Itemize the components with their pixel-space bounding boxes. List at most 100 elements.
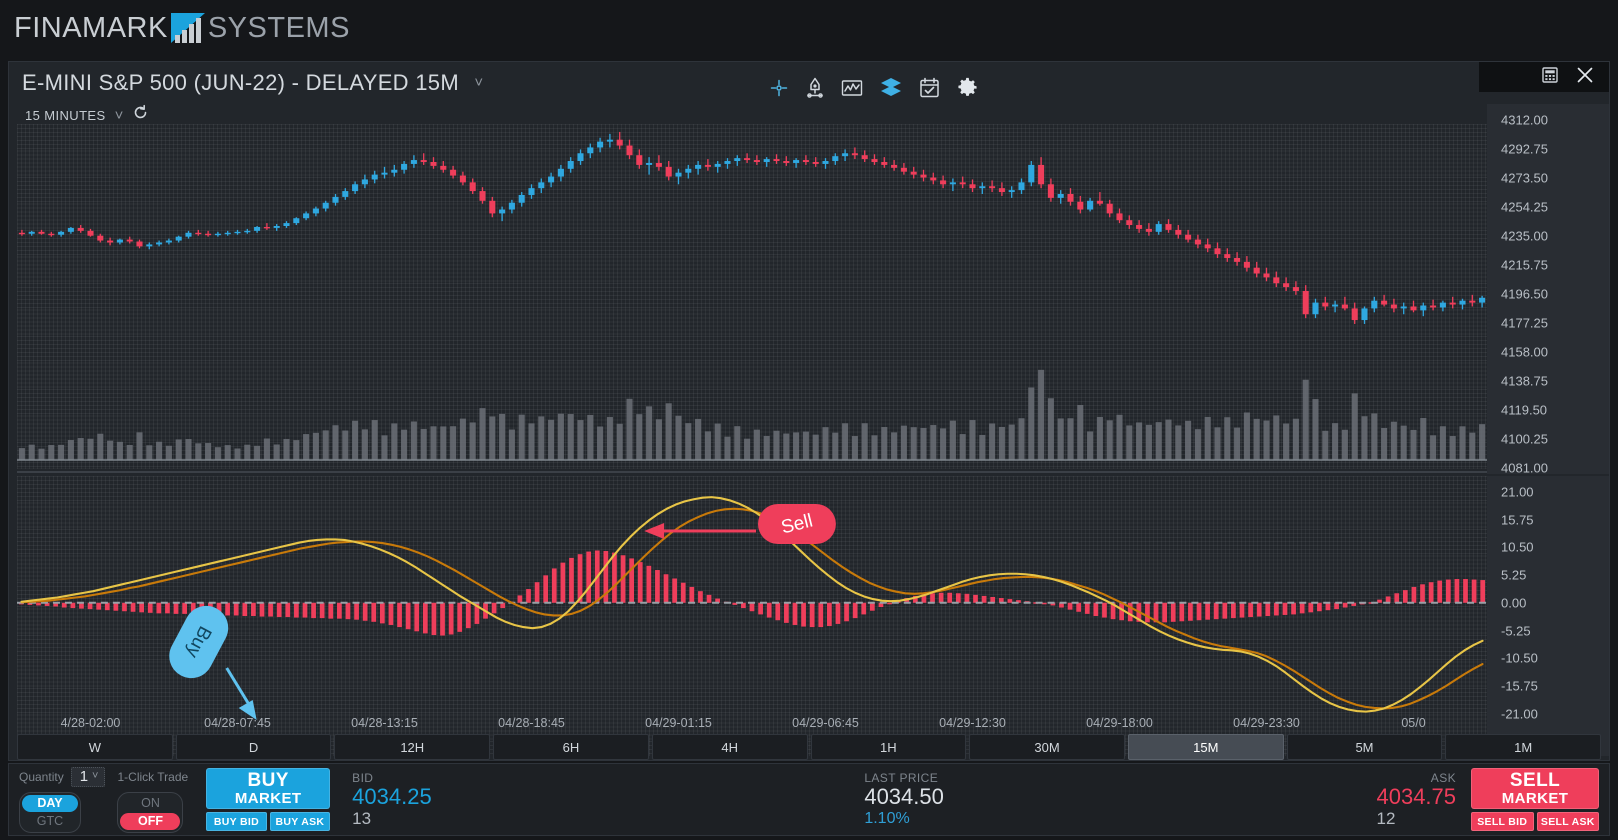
- macd-tick-label: 5.25: [1501, 568, 1526, 583]
- sell-annotation: Sell: [644, 504, 836, 544]
- chart-area: Sell Buy 4312.00 4292.75 4273.50 4254.25 4235…: [9, 104, 1609, 760]
- one-click-group: 1-Click Trade ON OFF: [117, 767, 188, 833]
- timeframe-button-30m[interactable]: 30M: [969, 734, 1125, 760]
- close-icon[interactable]: [1575, 65, 1595, 90]
- timeframe-button-1m[interactable]: 1M: [1445, 734, 1601, 760]
- indicator-line-icon[interactable]: [841, 78, 863, 98]
- trade-bar-spacer-left: [432, 764, 865, 835]
- price-tick-label: 4081.00: [1501, 461, 1548, 476]
- timeframe-bar: WD12H6H4H1H30M15M5M1M: [17, 734, 1601, 760]
- macd-tick-label: 10.50: [1501, 540, 1534, 555]
- price-chart-plot[interactable]: [17, 124, 1487, 469]
- buy-ask-button[interactable]: BUY ASK: [270, 812, 331, 831]
- timeframe-button-6h[interactable]: 6H: [493, 734, 649, 760]
- duration-gtc-option[interactable]: GTC: [22, 813, 78, 830]
- macd-tick-label: -15.75: [1501, 679, 1538, 694]
- time-tick-label: 04/29-18:00: [1086, 716, 1153, 730]
- time-tick-label: 04/28-18:45: [498, 716, 565, 730]
- buy-market-line2: MARKET: [235, 791, 302, 806]
- chevron-down-icon[interactable]: ˅: [474, 74, 483, 91]
- buy-market-line1: BUY: [248, 771, 289, 791]
- macd-tick-label: 0.00: [1501, 595, 1526, 610]
- calendar-check-icon[interactable]: [919, 77, 940, 98]
- sell-ask-button[interactable]: SELL ASK: [1537, 812, 1600, 831]
- sell-sub-buttons: SELL BID SELL ASK: [1471, 812, 1599, 831]
- order-controls: Quantity 1 ˅ DAY GTC 1-Click Trade ON OF…: [9, 764, 432, 835]
- price-tick-label: 4177.25: [1501, 316, 1548, 331]
- one-click-off-option[interactable]: OFF: [120, 813, 180, 830]
- timeframe-button-1h[interactable]: 1H: [811, 734, 967, 760]
- macd-tick-label: -5.25: [1501, 623, 1531, 638]
- timeframe-button-12h[interactable]: 12H: [334, 734, 490, 760]
- macd-tick-label: -10.50: [1501, 651, 1538, 666]
- bid-quote: BID 4034.25 13: [342, 771, 432, 829]
- quantity-label: Quantity: [19, 770, 64, 784]
- macd-tick-label: -21.00: [1501, 706, 1538, 721]
- time-tick-label: 05/0: [1401, 716, 1425, 730]
- time-tick-label: 04/29-06:45: [792, 716, 859, 730]
- price-axis[interactable]: 4312.004292.754273.504254.254235.004215.…: [1487, 104, 1609, 474]
- one-click-on-option[interactable]: ON: [120, 795, 180, 812]
- chart-panel: E-MINI S&P 500 (JUN-22) - DELAYED 15M ˅ …: [8, 61, 1610, 761]
- buy-bid-button[interactable]: BUY BID: [206, 812, 267, 831]
- quantity-row: Quantity 1 ˅: [19, 767, 105, 787]
- sell-controls: ASK 4034.75 12 SELL MARKET SELL BID SELL…: [1376, 764, 1609, 835]
- last-price-value: 4034.50: [864, 785, 944, 810]
- price-tick-label: 4138.75: [1501, 374, 1548, 389]
- time-tick-label: 04/28-07:45: [204, 716, 271, 730]
- trade-bar: Quantity 1 ˅ DAY GTC 1-Click Trade ON OF…: [8, 763, 1610, 836]
- trade-bar-spacer-right: [944, 764, 1377, 835]
- sell-bid-button[interactable]: SELL BID: [1471, 812, 1534, 831]
- ask-quote: ASK 4034.75 12: [1376, 771, 1456, 829]
- finamark-logo-icon: [169, 11, 207, 45]
- price-tick-label: 4235.00: [1501, 229, 1548, 244]
- last-price-quote: LAST PRICE 4034.50 1.10%: [864, 764, 944, 835]
- quantity-stepper[interactable]: 1 ˅: [71, 767, 106, 787]
- price-tick-label: 4254.25: [1501, 200, 1548, 215]
- buy-button-group: BUY MARKET BUY BID BUY ASK: [206, 768, 330, 831]
- price-tick-label: 4273.50: [1501, 171, 1548, 186]
- gear-icon[interactable]: [956, 76, 979, 99]
- brand-name-primary: FINAMARK: [14, 12, 168, 45]
- last-price-label: LAST PRICE: [864, 771, 944, 785]
- price-tick-label: 4196.50: [1501, 287, 1548, 302]
- time-tick-label: 04/29-01:15: [645, 716, 712, 730]
- timeframe-button-w[interactable]: W: [17, 734, 173, 760]
- duration-day-option[interactable]: DAY: [22, 795, 78, 812]
- quantity-value: 1: [80, 768, 88, 785]
- price-tick-label: 4100.25: [1501, 432, 1548, 447]
- time-tick-label: 04/29-12:30: [939, 716, 1006, 730]
- macd-axis[interactable]: 21.0015.7510.505.250.00-5.25-10.50-15.75…: [1487, 476, 1609, 756]
- calculator-icon[interactable]: [1541, 66, 1559, 89]
- crosshair-icon[interactable]: [769, 78, 789, 98]
- chevron-down-icon: ˅: [92, 770, 98, 782]
- time-tick-label: 04/29-23:30: [1233, 716, 1300, 730]
- last-price-change: 1.10%: [864, 810, 944, 828]
- buy-annotation: Buy: [162, 598, 257, 720]
- quantity-group: Quantity 1 ˅ DAY GTC: [19, 767, 105, 833]
- price-tick-label: 4119.50: [1501, 403, 1547, 418]
- sell-market-line2: MARKET: [1502, 791, 1569, 806]
- price-tick-label: 4158.00: [1501, 345, 1548, 360]
- timeframe-button-15m[interactable]: 15M: [1128, 734, 1284, 760]
- timeframe-button-4h[interactable]: 4H: [652, 734, 808, 760]
- ask-size: 12: [1376, 809, 1395, 828]
- time-tick-label: 04/28-13:15: [351, 716, 418, 730]
- timeframe-button-5m[interactable]: 5M: [1287, 734, 1443, 760]
- sell-market-button[interactable]: SELL MARKET: [1471, 768, 1599, 809]
- price-tick-label: 4312.00: [1501, 113, 1548, 128]
- sell-market-line1: SELL: [1510, 771, 1560, 791]
- symbol-title[interactable]: E-MINI S&P 500 (JUN-22) - DELAYED 15M ˅: [22, 70, 483, 96]
- one-click-toggle[interactable]: ON OFF: [117, 792, 183, 833]
- drawing-pen-icon[interactable]: [805, 77, 825, 99]
- bid-price: 4034.25: [352, 785, 432, 810]
- ask-label: ASK: [1431, 771, 1456, 785]
- duration-toggle[interactable]: DAY GTC: [19, 792, 81, 833]
- layers-icon[interactable]: [879, 77, 903, 99]
- buy-market-button[interactable]: BUY MARKET: [206, 768, 330, 809]
- one-click-trade-label: 1-Click Trade: [117, 770, 188, 784]
- one-click-label-row: 1-Click Trade: [117, 767, 188, 787]
- timeframe-button-d[interactable]: D: [176, 734, 332, 760]
- price-tick-label: 4292.75: [1501, 142, 1548, 157]
- window-controls: [1479, 62, 1609, 92]
